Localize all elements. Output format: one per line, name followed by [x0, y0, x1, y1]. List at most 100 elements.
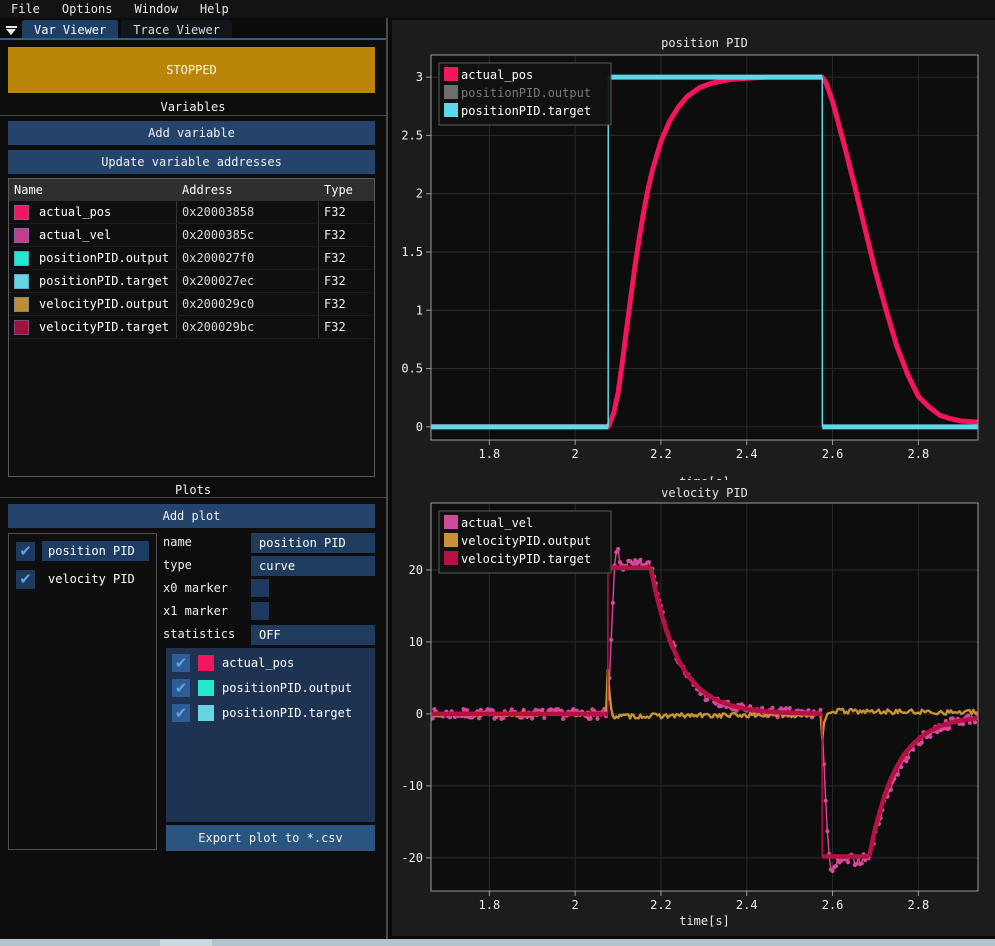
plot-enabled-checkbox[interactable]: ✔	[16, 542, 35, 561]
svg-text:2.6: 2.6	[822, 898, 844, 912]
variable-row[interactable]: positionPID.output 0x200027f0 F32	[9, 247, 374, 270]
variable-color-swatch[interactable]	[14, 251, 29, 266]
add-plot-button[interactable]: Add plot	[8, 504, 375, 528]
series-color-swatch[interactable]	[198, 680, 214, 696]
svg-text:1: 1	[416, 303, 423, 317]
x1-marker-row: x1 marker	[160, 602, 376, 622]
export-csv-button[interactable]: Export plot to *.csv	[166, 825, 375, 851]
type-label: type	[163, 558, 192, 572]
variable-type: F32	[319, 293, 374, 315]
plots-section-title: Plots	[0, 483, 386, 497]
svg-text:2.2: 2.2	[650, 898, 672, 912]
col-header-name: Name	[9, 179, 177, 201]
variable-name: positionPID.output	[39, 251, 169, 265]
svg-text:1.8: 1.8	[479, 447, 501, 461]
plot-name-label[interactable]: velocity PID	[42, 569, 141, 589]
variable-type: F32	[319, 270, 374, 292]
menu-bar: File Options Window Help	[0, 0, 995, 18]
svg-text:2.8: 2.8	[908, 447, 930, 461]
add-variable-button[interactable]: Add variable	[8, 121, 375, 145]
svg-text:2.8: 2.8	[908, 898, 930, 912]
tab-var-viewer[interactable]: Var Viewer	[22, 20, 118, 40]
plot-list-item[interactable]: ✔ velocity PID	[16, 568, 156, 590]
svg-text:-20: -20	[401, 851, 423, 865]
bottom-scrollbar[interactable]	[0, 939, 995, 946]
svg-text:-10: -10	[401, 779, 423, 793]
plot-name-row: name position PID	[160, 533, 376, 553]
variable-row[interactable]: positionPID.target 0x200027ec F32	[9, 270, 374, 293]
x1-marker-label: x1 marker	[163, 604, 228, 618]
menu-window[interactable]: Window	[123, 0, 188, 18]
variable-type: F32	[319, 201, 374, 223]
series-name-label: actual_pos	[222, 656, 294, 670]
variable-color-swatch[interactable]	[14, 228, 29, 243]
menu-help[interactable]: Help	[189, 0, 240, 18]
update-variable-addresses-button[interactable]: Update variable addresses	[8, 150, 375, 174]
x1-marker-checkbox[interactable]	[251, 602, 269, 620]
velocity-pid-chart[interactable]: 1.822.22.42.62.8-20-1001020velocity PIDt…	[392, 482, 995, 932]
series-color-swatch[interactable]	[198, 705, 214, 721]
variable-name: actual_vel	[39, 228, 111, 242]
svg-text:2.4: 2.4	[736, 898, 758, 912]
svg-text:velocity PID: velocity PID	[661, 486, 748, 500]
pane-divider[interactable]	[386, 18, 388, 939]
x0-marker-checkbox[interactable]	[251, 579, 269, 597]
variable-name: velocityPID.output	[39, 297, 169, 311]
svg-text:2: 2	[416, 187, 423, 201]
plot-type-field[interactable]: curve	[251, 556, 375, 576]
scrollbar-thumb[interactable]	[160, 939, 212, 946]
acquisition-status-button[interactable]: STOPPED	[8, 47, 375, 93]
svg-text:0: 0	[416, 707, 423, 721]
tab-trace-viewer[interactable]: Trace Viewer	[121, 20, 232, 40]
variable-row[interactable]: actual_pos 0x20003858 F32	[9, 201, 374, 224]
statistics-row: statistics OFF	[160, 625, 376, 645]
variable-color-swatch[interactable]	[14, 297, 29, 312]
variable-address: 0x2000385c	[177, 224, 319, 246]
svg-text:actual_vel: actual_vel	[461, 516, 533, 530]
svg-text:velocityPID.target: velocityPID.target	[461, 552, 591, 566]
menu-file[interactable]: File	[0, 0, 51, 18]
plot-name-field[interactable]: position PID	[251, 533, 375, 553]
svg-text:2.2: 2.2	[650, 447, 672, 461]
svg-text:positionPID.output: positionPID.output	[461, 86, 591, 100]
series-name-label: positionPID.target	[222, 706, 352, 720]
variables-section-title: Variables	[0, 100, 386, 114]
plot-type-row: type curve	[160, 556, 376, 576]
series-enabled-checkbox[interactable]: ✔	[172, 704, 190, 722]
series-list-item[interactable]: ✔ actual_pos	[172, 653, 375, 673]
variable-row[interactable]: actual_vel 0x2000385c F32	[9, 224, 374, 247]
variable-color-swatch[interactable]	[14, 274, 29, 289]
svg-text:10: 10	[409, 635, 423, 649]
svg-text:time[s]: time[s]	[679, 475, 730, 480]
svg-text:positionPID.target: positionPID.target	[461, 104, 591, 118]
svg-text:2.5: 2.5	[401, 128, 423, 142]
variables-table: Name Address Type actual_pos 0x20003858 …	[8, 178, 375, 477]
svg-text:2: 2	[572, 898, 579, 912]
menu-options[interactable]: Options	[51, 0, 124, 18]
position-pid-chart[interactable]: 1.822.22.42.62.800.511.522.53position PI…	[392, 25, 995, 480]
svg-text:velocityPID.output: velocityPID.output	[461, 534, 591, 548]
svg-text:1.5: 1.5	[401, 245, 423, 259]
series-enabled-checkbox[interactable]: ✔	[172, 679, 190, 697]
svg-text:2: 2	[572, 447, 579, 461]
variable-color-swatch[interactable]	[14, 320, 29, 335]
var-viewer-pane: STOPPED Variables Add variable Update va…	[0, 40, 386, 939]
variable-row[interactable]: velocityPID.target 0x200029bc F32	[9, 316, 374, 339]
variable-row[interactable]: velocityPID.output 0x200029c0 F32	[9, 293, 374, 316]
series-enabled-checkbox[interactable]: ✔	[172, 654, 190, 672]
table-header-row: Name Address Type	[9, 179, 374, 201]
series-color-swatch[interactable]	[198, 655, 214, 671]
variable-name: velocityPID.target	[39, 320, 169, 334]
plot-enabled-checkbox[interactable]: ✔	[16, 570, 35, 589]
svg-text:0: 0	[416, 420, 423, 434]
series-list-item[interactable]: ✔ positionPID.target	[172, 703, 375, 723]
collapse-tabs-icon[interactable]	[0, 20, 22, 40]
series-list-item[interactable]: ✔ positionPID.output	[172, 678, 375, 698]
plot-list-item[interactable]: ✔ position PID	[16, 540, 156, 562]
variable-color-swatch[interactable]	[14, 205, 29, 220]
variable-address: 0x200029bc	[177, 316, 319, 338]
variable-name: actual_pos	[39, 205, 111, 219]
plot-name-label[interactable]: position PID	[42, 541, 149, 561]
statistics-field[interactable]: OFF	[251, 625, 375, 645]
variable-address: 0x200027ec	[177, 270, 319, 292]
